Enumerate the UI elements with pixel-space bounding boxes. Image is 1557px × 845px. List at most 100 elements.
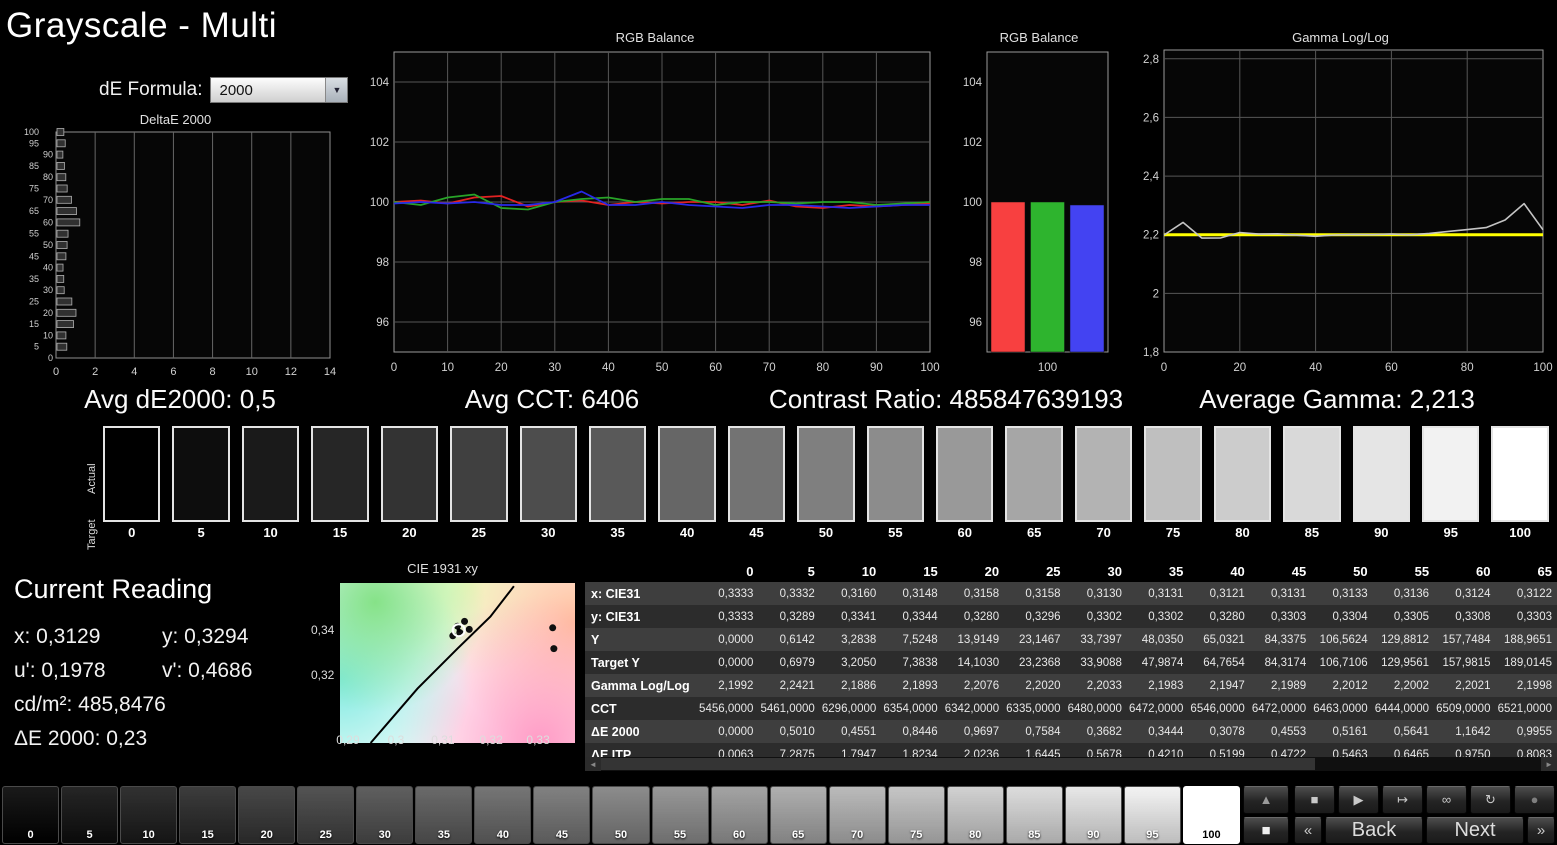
grayscale-swatch-slot: 100 (1491, 426, 1549, 540)
rgb-balance-bar-chart-block: RGB Balance 96 98 100 102 104 100 (958, 30, 1120, 386)
table-cell: 0,3280 (963, 610, 1000, 623)
scrollbar-track[interactable] (601, 757, 1541, 771)
pattern-patch-50[interactable]: 50 (592, 786, 650, 844)
table-cell: 0,3078 (1209, 725, 1245, 738)
cie-x-tick: 0,33 (526, 733, 550, 747)
pattern-patch-90[interactable]: 90 (1064, 786, 1122, 844)
svg-text:4: 4 (131, 366, 137, 378)
table-column-header: 10 (819, 560, 882, 582)
table-scrollbar[interactable]: ◄ ► (585, 757, 1557, 771)
table-row: ΔE 2000 0,0000 0,5010 0,4551 0,8446 0,9697 0,7… (585, 720, 1557, 743)
pattern-patch-0[interactable]: 0 (2, 786, 60, 844)
grayscale-swatch-slot: 50 (797, 426, 855, 540)
svg-text:80: 80 (816, 362, 829, 374)
pattern-patch-85[interactable]: 85 (1005, 786, 1063, 844)
scroll-left-icon[interactable]: ◄ (585, 757, 601, 771)
pattern-window-button[interactable]: ■ (1243, 816, 1289, 844)
strip-actual-label: Actual (86, 463, 98, 494)
table-row-label: Gamma Log/Log (591, 678, 690, 693)
pattern-patch-25[interactable]: 25 (297, 786, 355, 844)
pattern-patch-40[interactable]: 40 (474, 786, 532, 844)
pattern-patch-75[interactable]: 75 (887, 786, 945, 844)
deltae-chart-block: DeltaE 2000 0 2 4 6 8 10 12 14 0 5 10 15 20 25 30 35 40 4… (8, 112, 343, 380)
pattern-patch-label: 95 (1146, 829, 1159, 841)
table-cell: 0,3302 (1086, 610, 1122, 623)
record-button[interactable]: ● (1514, 786, 1555, 814)
avg-de-stat: Avg dE2000: 0,5 (84, 384, 276, 414)
pattern-patch-label: 40 (496, 829, 510, 841)
grayscale-swatch (727, 426, 786, 522)
contrast-ratio-stat: Contrast Ratio: 485847639193 (768, 384, 1124, 414)
pattern-patch-45[interactable]: 45 (533, 786, 591, 844)
table-column-header: 25 (1004, 560, 1066, 582)
svg-text:45: 45 (29, 251, 39, 261)
forward-button[interactable]: » (1527, 816, 1555, 844)
swatch-level-label: 85 (1304, 525, 1320, 540)
table-row: x: CIE31 0,3333 0,3332 0,3160 0,3148 0,3158 0,… (585, 582, 1557, 605)
scrollbar-thumb[interactable] (601, 758, 1316, 770)
table-cell: 2,1998 (1516, 679, 1552, 692)
next-button[interactable]: Next (1426, 816, 1524, 844)
reading-value: y: 0,3294 (162, 625, 249, 648)
grayscale-swatch (936, 426, 994, 522)
pattern-patch-60[interactable]: 60 (710, 786, 768, 844)
table-cell: 0,3124 (1455, 587, 1491, 600)
table-cell: 23,2368 (1018, 656, 1061, 669)
svg-text:2,8: 2,8 (1143, 54, 1159, 66)
collapse-button[interactable]: ▲ (1243, 786, 1289, 814)
table-cell: 1,1642 (1455, 725, 1491, 738)
svg-text:40: 40 (43, 263, 53, 273)
pattern-patch-80[interactable]: 80 (946, 786, 1004, 844)
pattern-patch-label: 65 (792, 829, 805, 841)
table-cell: 0,4553 (1271, 725, 1307, 738)
pattern-patch-35[interactable]: 35 (415, 786, 473, 844)
svg-text:2: 2 (1153, 288, 1159, 300)
svg-text:80: 80 (43, 172, 53, 182)
table-column-header: 45 (1249, 560, 1312, 582)
cie-chart-title: CIE 1931 xy (407, 561, 478, 576)
table-cell: 0,5641 (1393, 725, 1430, 738)
table-cell: 189,0145 (1504, 656, 1552, 669)
grayscale-swatch-slot: 60 (936, 426, 994, 540)
pattern-patch-70[interactable]: 70 (828, 786, 886, 844)
table-cell: 0,5010 (779, 725, 815, 738)
table-column-header: 20 (942, 560, 1005, 582)
pattern-patch-100[interactable]: 100 (1182, 786, 1240, 844)
pattern-patch-10[interactable]: 10 (120, 786, 178, 844)
cie-chart-block: CIE 1931 xy 0,29 0,3 0,31 0,32 0,33 0,34 0,32 (305, 561, 580, 747)
grayscale-swatch (380, 426, 439, 522)
loop-infinite-button[interactable]: ∞ (1426, 786, 1467, 814)
svg-text:60: 60 (1385, 362, 1398, 374)
stop-button[interactable]: ■ (1294, 786, 1335, 814)
table-cell: 2,2012 (1332, 679, 1368, 692)
grayscale-swatch (1074, 426, 1133, 522)
back-button[interactable]: Back (1325, 816, 1423, 844)
pattern-patch-20[interactable]: 20 (238, 786, 296, 844)
de-formula-dropdown[interactable]: 2000 ▼ (210, 77, 349, 103)
page-title: Grayscale - Multi (6, 6, 278, 45)
table-row: Target Y 0,0000 0,6979 3,2050 7,3838 14,1030 2… (585, 651, 1557, 674)
measurement-table-wrap: 0 5 10 15 20 25 30 35 40 45 50 55 60 65 x: CIE31 0,3333… (585, 560, 1557, 766)
pattern-patch-30[interactable]: 30 (356, 786, 414, 844)
table-cell: 7,3838 (902, 656, 938, 669)
table-cell: 6546,0000 (1190, 702, 1245, 715)
repeat-button[interactable]: ↻ (1470, 786, 1511, 814)
grayscale-swatch-slot: 95 (1422, 426, 1480, 540)
pattern-patch-5[interactable]: 5 (61, 786, 119, 844)
pattern-patch-65[interactable]: 65 (769, 786, 827, 844)
step-button[interactable]: ↦ (1382, 786, 1423, 814)
scroll-right-icon[interactable]: ► (1541, 757, 1557, 771)
pattern-patch-label: 75 (910, 829, 923, 841)
table-cell: 2,2033 (1086, 679, 1122, 692)
pattern-patch-15[interactable]: 15 (179, 786, 237, 844)
pattern-patch-label: 30 (378, 829, 391, 841)
prev-button[interactable]: « (1294, 816, 1322, 844)
pattern-patch-55[interactable]: 55 (651, 786, 709, 844)
pattern-patch-95[interactable]: 95 (1123, 786, 1181, 844)
table-cell: 0,4551 (841, 725, 877, 738)
play-button[interactable]: ▶ (1338, 786, 1379, 814)
table-cell: 2,2020 (1025, 679, 1061, 692)
svg-text:96: 96 (376, 317, 389, 329)
swatch-level-label: 15 (332, 525, 348, 540)
table-column-header: 65 (1495, 560, 1557, 582)
